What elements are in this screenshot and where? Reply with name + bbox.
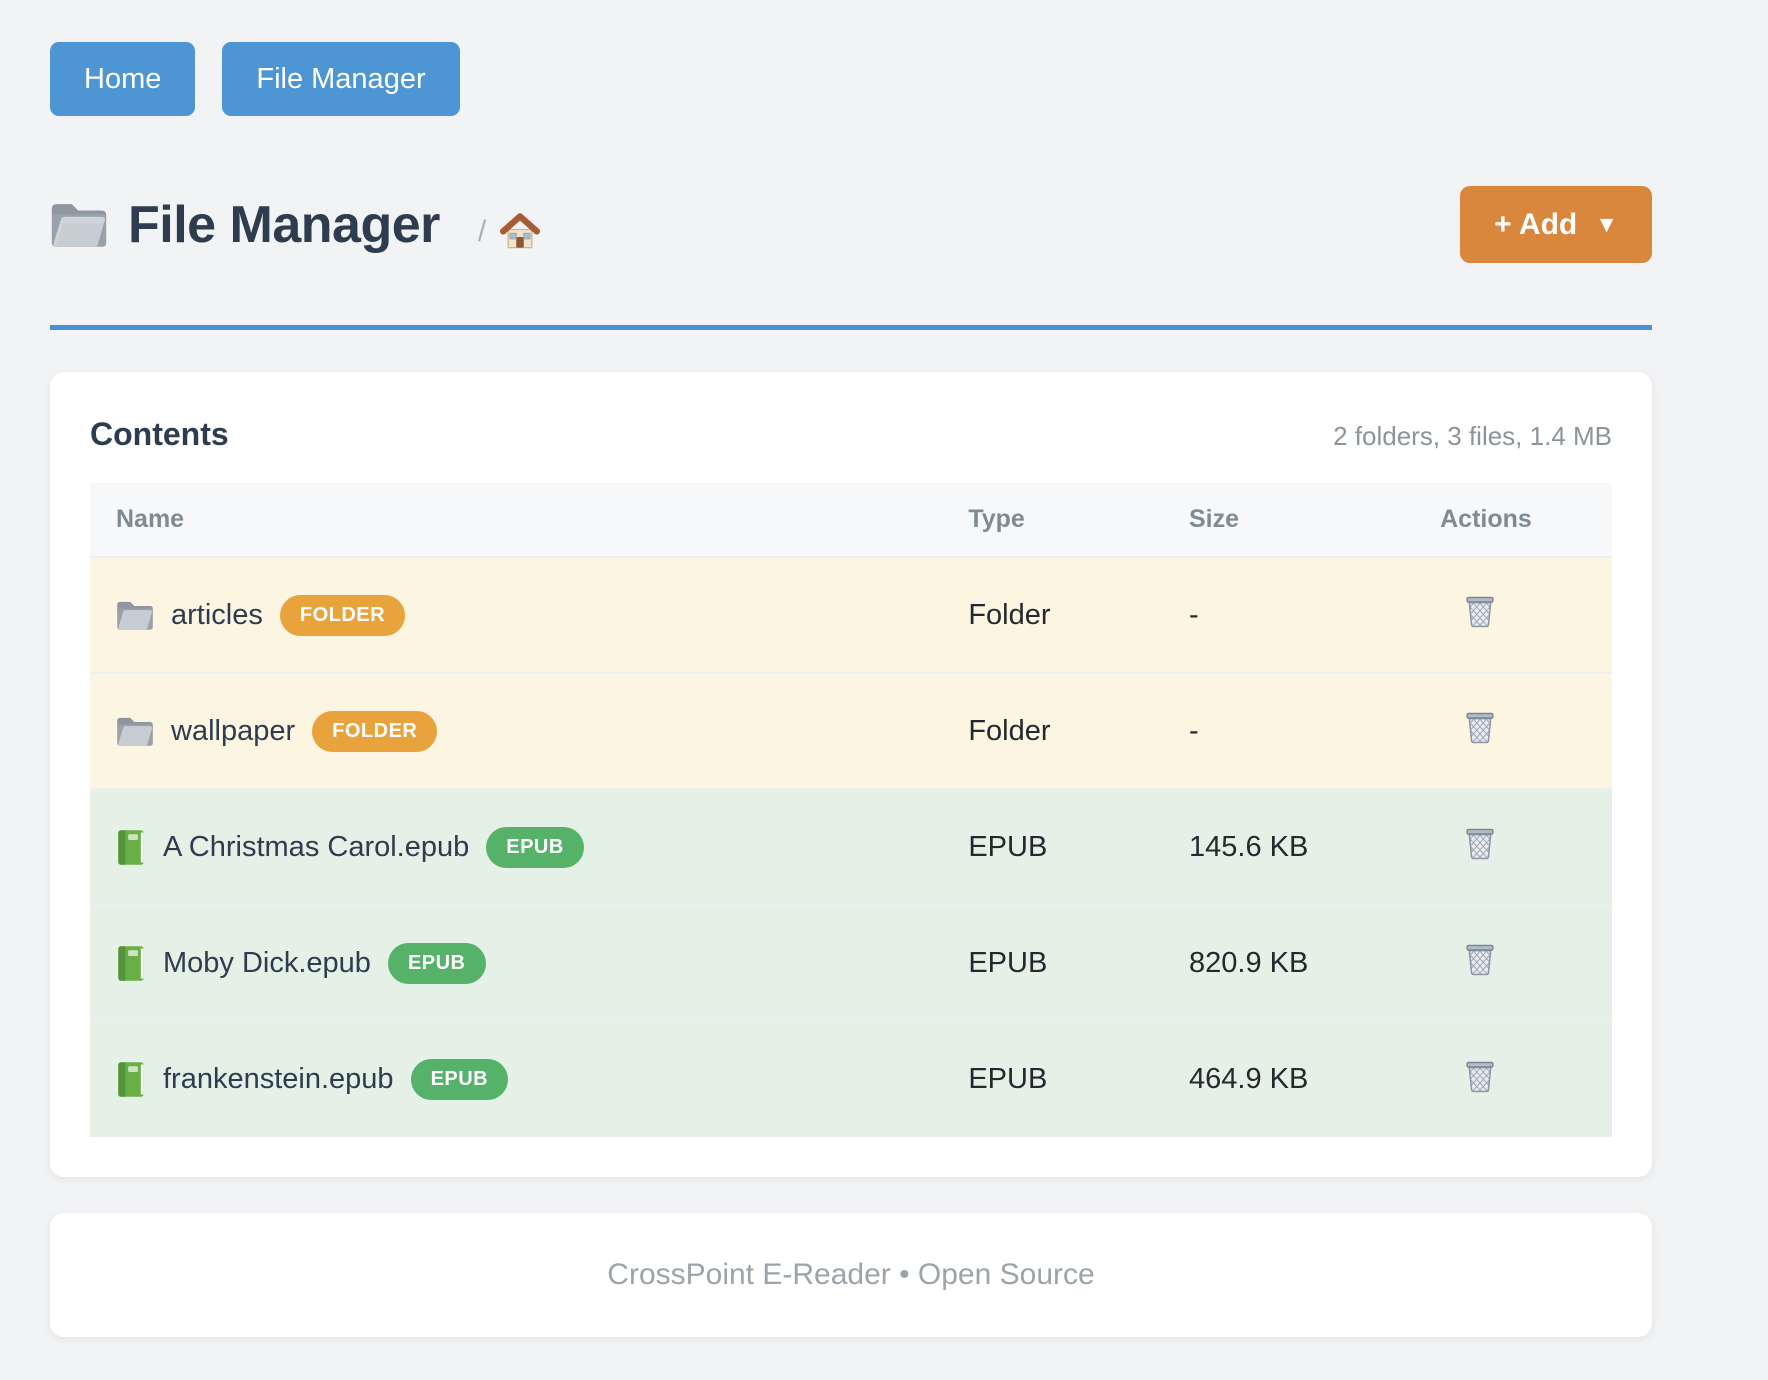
name-cell: Moby Dick.epub EPUB [116,943,942,984]
trash-icon [1462,940,1498,978]
file-type: EPUB [942,789,1163,905]
home-button[interactable]: Home [50,42,195,116]
column-header-type: Type [942,483,1163,557]
table-row: wallpaper FOLDER Folder - [90,673,1612,789]
trash-icon [1462,1057,1498,1095]
header-divider [50,325,1652,330]
contents-table-body: articles FOLDER Folder - [90,557,1612,1137]
file-name[interactable]: wallpaper [171,715,295,748]
type-badge: EPUB [388,943,486,984]
name-cell: articles FOLDER [116,595,942,636]
file-size: - [1163,673,1414,789]
file-name[interactable]: Moby Dick.epub [163,947,371,980]
folder-icon [50,201,108,249]
file-size: 464.9 KB [1163,1021,1414,1137]
file-type: Folder [942,557,1163,673]
delete-button[interactable] [1462,708,1498,746]
chevron-down-icon: ▼ [1595,213,1618,236]
file-type: EPUB [942,1021,1163,1137]
delete-button[interactable] [1462,592,1498,630]
table-row: A Christmas Carol.epub EPUB EPUB 145.6 K… [90,789,1612,905]
delete-button[interactable] [1462,1057,1498,1095]
trash-icon [1462,824,1498,862]
file-name[interactable]: A Christmas Carol.epub [163,831,469,864]
top-nav: Home File Manager [50,42,460,116]
delete-button[interactable] [1462,824,1498,862]
breadcrumb: / [478,212,540,252]
table-row: frankenstein.epub EPUB EPUB 464.9 KB [90,1021,1612,1137]
file-size: - [1163,557,1414,673]
file-type: EPUB [942,905,1163,1021]
add-button-label: + Add [1494,208,1577,242]
add-button[interactable]: + Add ▼ [1460,186,1652,263]
title-group: File Manager / [50,195,540,255]
file-manager-page: Home File Manager File Manager / [0,0,1768,1380]
contents-table: Name Type Size Actions [90,483,1612,1137]
house-icon[interactable] [500,212,540,252]
contents-card: Contents 2 folders, 3 files, 1.4 MB Name… [50,372,1652,1177]
contents-summary: 2 folders, 3 files, 1.4 MB [1333,421,1612,452]
delete-button[interactable] [1462,940,1498,978]
footer: CrossPoint E-Reader • Open Source [50,1213,1652,1337]
name-cell: wallpaper FOLDER [116,711,942,752]
type-badge: FOLDER [312,711,437,752]
name-cell: A Christmas Carol.epub EPUB [116,827,942,868]
table-row: articles FOLDER Folder - [90,557,1612,673]
file-name[interactable]: articles [171,599,263,632]
file-size: 145.6 KB [1163,789,1414,905]
file-manager-button[interactable]: File Manager [222,42,459,116]
type-badge: EPUB [411,1059,509,1100]
breadcrumb-separator: / [478,215,486,249]
contents-card-header: Contents 2 folders, 3 files, 1.4 MB [90,416,1612,453]
contents-table-head: Name Type Size Actions [90,483,1612,557]
trash-icon [1462,592,1498,630]
book-icon [116,1061,146,1098]
page-title: File Manager [128,195,440,255]
page-header: File Manager / + Add ▼ [50,186,1652,263]
trash-icon [1462,708,1498,746]
footer-text: CrossPoint E-Reader • Open Source [607,1258,1094,1292]
book-icon [116,945,146,982]
name-cell: frankenstein.epub EPUB [116,1059,942,1100]
type-badge: EPUB [486,827,584,868]
table-row: Moby Dick.epub EPUB EPUB 820.9 KB [90,905,1612,1021]
file-size: 820.9 KB [1163,905,1414,1021]
folder-icon [116,600,154,631]
book-icon [116,829,146,866]
contents-heading: Contents [90,416,229,453]
type-badge: FOLDER [280,595,405,636]
column-header-actions: Actions [1414,483,1612,557]
file-type: Folder [942,673,1163,789]
column-header-name: Name [90,483,942,557]
folder-icon [116,716,154,747]
file-name[interactable]: frankenstein.epub [163,1063,394,1096]
column-header-size: Size [1163,483,1414,557]
